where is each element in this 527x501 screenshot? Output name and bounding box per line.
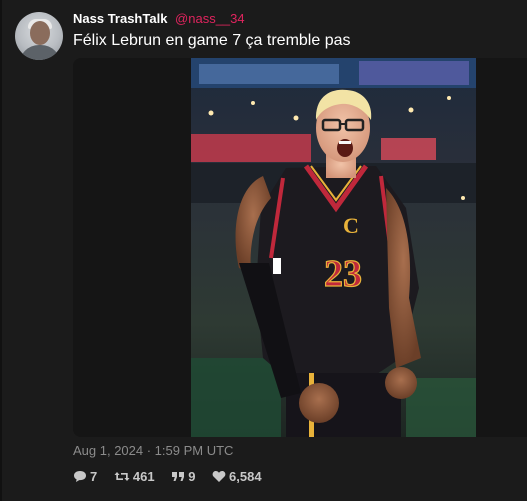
quote-count: 9 (188, 469, 196, 484)
tweet-header: Nass TrashTalk @nass__34 (73, 11, 245, 27)
jersey-number: 23 (324, 253, 362, 295)
player-teeth (339, 141, 351, 144)
arena-light (208, 110, 214, 116)
quote-stat[interactable]: 9 (171, 469, 195, 487)
tweet-timestamp[interactable]: Aug 1, 2024 · 1:59 PM UTC (73, 443, 233, 459)
player-fist-left (299, 383, 339, 423)
retweet-count: 461 (132, 469, 155, 484)
retweet-stat[interactable]: 461 (114, 469, 155, 487)
heart-icon (212, 470, 226, 487)
arena-light (408, 107, 414, 113)
arena-banner-lights (199, 64, 339, 84)
retweet-icon (114, 470, 130, 487)
arena-light (251, 101, 255, 105)
avatar[interactable] (15, 12, 63, 60)
tweet-text: Félix Lebrun en game 7 ça tremble pas (73, 32, 351, 49)
tweet-stats: 7 461 9 6,584 (73, 469, 275, 485)
arena-light (461, 196, 465, 200)
avatar-shoulders (19, 45, 61, 60)
reply-count: 7 (90, 469, 98, 484)
arena-led-board-left (191, 134, 311, 162)
like-count: 6,584 (229, 469, 262, 484)
like-stat[interactable]: 6,584 (212, 469, 262, 487)
crowd-green-left (191, 358, 281, 437)
author-name[interactable]: Nass TrashTalk (73, 11, 167, 26)
avatar-face (30, 21, 50, 45)
tweet-left-border (0, 0, 2, 501)
arena-scoreboard (359, 61, 469, 85)
tweet: Nass TrashTalk @nass__34 Félix Lebrun en… (0, 0, 527, 501)
quote-icon (171, 470, 185, 487)
author-handle[interactable]: @nass__34 (175, 11, 245, 26)
comment-icon (73, 470, 87, 487)
arena-light (293, 115, 299, 121)
jersey-logo: C (343, 213, 359, 238)
tweet-media[interactable]: C 23 (73, 58, 527, 437)
reply-stat[interactable]: 7 (73, 469, 97, 487)
player-fist-right (385, 367, 417, 399)
arena-led-board-right (381, 138, 436, 160)
arena-light (447, 96, 451, 100)
player-wristband (273, 258, 281, 274)
tweet-photo[interactable]: C 23 (191, 58, 476, 437)
